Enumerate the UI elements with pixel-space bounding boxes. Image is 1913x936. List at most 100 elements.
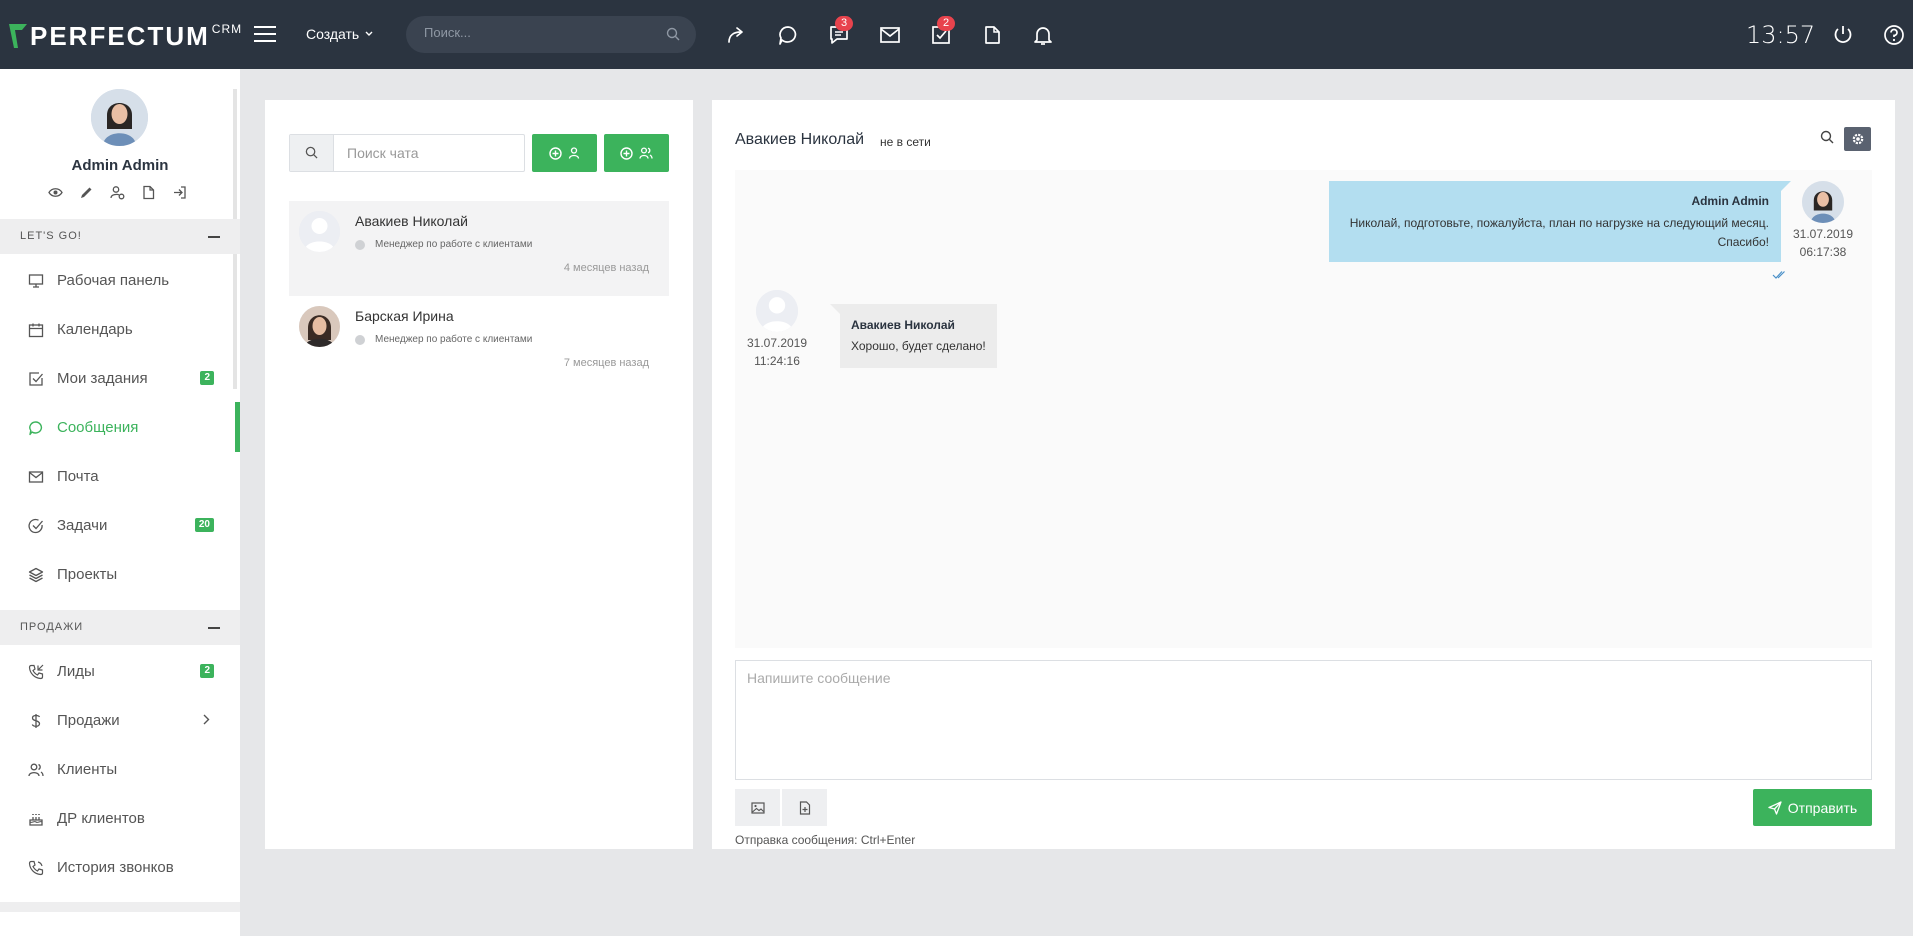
default-avatar-icon	[299, 211, 340, 252]
sidebar-item-label: Почта	[57, 468, 99, 485]
mail-icon	[28, 470, 44, 483]
search-icon[interactable]	[666, 27, 680, 41]
logout-icon[interactable]	[172, 185, 187, 200]
sidebar-item-clients[interactable]: Клиенты	[0, 745, 240, 794]
tasks-badge: 2	[937, 16, 955, 31]
search-icon[interactable]	[1820, 130, 1834, 144]
chat-search-button[interactable]	[290, 135, 334, 171]
user-avatar[interactable]	[91, 89, 148, 146]
chevron-right-icon	[203, 714, 210, 725]
bell-icon[interactable]	[1032, 24, 1054, 46]
sidebar-divider	[0, 902, 240, 912]
sidebar-item-calendar[interactable]: Календарь	[0, 305, 240, 354]
attach-image-button[interactable]	[735, 789, 780, 826]
logo-sup: CRM	[211, 22, 243, 36]
eye-icon[interactable]	[48, 185, 63, 200]
gear-icon	[1852, 133, 1863, 145]
mail-icon[interactable]	[879, 24, 901, 46]
sidebar-item-client-birthdays[interactable]: ДР клиентов	[0, 794, 240, 843]
global-search	[406, 16, 696, 53]
sidebar-item-my-tasks[interactable]: Мои задания 2	[0, 354, 240, 403]
contact-role: Менеджер по работе с клиентами	[355, 334, 532, 345]
sidebar-item-label: Продажи	[57, 712, 120, 729]
logo[interactable]: PERFECTUM CRM	[8, 20, 242, 52]
share-forward-icon[interactable]	[726, 24, 748, 46]
message-time: 11:24:16	[754, 354, 800, 368]
sidebar-item-projects[interactable]: Проекты	[0, 550, 240, 599]
file-plus-icon	[799, 800, 810, 815]
sidebar-item-sales[interactable]: Продажи	[0, 696, 240, 745]
contact-avatar	[299, 211, 340, 252]
checkbox-icon	[29, 371, 43, 386]
sidebar-item-label: Сообщения	[57, 419, 139, 436]
layers-icon	[28, 567, 44, 582]
global-search-input[interactable]	[424, 25, 654, 40]
user-name: Admin Admin	[71, 157, 169, 174]
plus-circle-icon	[549, 146, 562, 160]
message-icon	[29, 420, 43, 435]
messages-area[interactable]: Admin Admin Николай, подготовьте, пожалу…	[735, 170, 1872, 648]
profile-actions	[48, 185, 187, 200]
logo-text: PERFECTUM	[30, 20, 210, 51]
status-dot	[355, 334, 365, 345]
message-author: Admin Admin	[1691, 194, 1769, 208]
user-settings-icon[interactable]	[110, 185, 125, 200]
sidebar: Admin Admin LET'S GO! Рабочая панель Кал…	[0, 69, 240, 936]
file-icon[interactable]	[141, 185, 156, 200]
sidebar-item-label: Лиды	[57, 663, 95, 680]
user-icon	[568, 147, 580, 159]
conversation-panel: Авакиев Николай не в сети Admin Admin Ни…	[712, 100, 1895, 849]
chat-bubble-icon[interactable]	[777, 24, 799, 46]
contact-last-seen: 7 месяцев назад	[563, 357, 649, 369]
chat-contact-item[interactable]: Барская Ирина Менеджер по работе с клиен…	[289, 296, 669, 391]
settings-button[interactable]	[1844, 127, 1871, 151]
power-icon[interactable]	[1832, 24, 1854, 46]
section-sales[interactable]: ПРОДАЖИ	[0, 610, 240, 645]
sidebar-item-mail[interactable]: Почта	[0, 452, 240, 501]
dollar-icon	[31, 713, 41, 728]
section-sales-label: ПРОДАЖИ	[20, 621, 84, 633]
message-input[interactable]	[736, 661, 1871, 779]
message-author: Авакиев Николай	[851, 318, 955, 332]
document-icon[interactable]	[981, 24, 1003, 46]
default-avatar-icon	[756, 290, 798, 332]
contact-last-seen: 4 месяцев назад	[563, 262, 649, 274]
phone-in-icon	[28, 664, 44, 679]
sidebar-item-leads[interactable]: Лиды 2	[0, 647, 240, 696]
pencil-icon[interactable]	[79, 185, 94, 200]
add-group-chat-button[interactable]	[604, 134, 669, 172]
chat-search-input[interactable]	[347, 145, 517, 161]
sidebar-item-messages[interactable]: Сообщения	[0, 403, 240, 452]
help-icon[interactable]	[1883, 24, 1905, 46]
add-chat-button[interactable]	[532, 134, 597, 172]
chat-list-panel: Авакиев Николай Менеджер по работе с кли…	[265, 100, 693, 849]
attach-file-button[interactable]	[782, 789, 827, 826]
status-dot	[355, 239, 365, 250]
create-label: Создать	[306, 26, 360, 42]
hamburger-menu-icon[interactable]	[254, 25, 276, 43]
create-dropdown[interactable]: Создать	[306, 26, 373, 42]
send-button[interactable]: Отправить	[1753, 789, 1872, 826]
section-lets-go[interactable]: LET'S GO!	[0, 219, 240, 254]
users-icon	[639, 147, 653, 159]
conversation-title: Авакиев Николай	[735, 131, 865, 148]
cake-icon	[29, 813, 43, 826]
contact-name: Барская Ирина	[355, 308, 454, 324]
contact-name: Авакиев Николай	[355, 213, 468, 229]
message-date: 31.07.2019	[1792, 227, 1854, 241]
message-text: Николай, подготовьте, пожалуйста, план п…	[1349, 216, 1769, 249]
collapse-icon[interactable]	[208, 236, 220, 238]
sender-avatar	[1802, 181, 1844, 223]
section-lets-go-label: LET'S GO!	[20, 230, 82, 242]
clock: 13:57	[1746, 21, 1816, 49]
sidebar-item-label: Календарь	[57, 321, 133, 338]
sidebar-item-call-history[interactable]: История звонков	[0, 843, 240, 892]
sidebar-item-tasks[interactable]: Задачи 20	[0, 501, 240, 550]
chat-contact-item[interactable]: Авакиев Николай Менеджер по работе с кли…	[289, 201, 669, 296]
incoming-message: Авакиев Николай Хорошо, будет сделано!	[830, 304, 997, 368]
calendar-icon	[28, 323, 44, 337]
sidebar-item-dashboard[interactable]: Рабочая панель	[0, 256, 240, 305]
users-icon	[28, 763, 44, 776]
phone-icon	[28, 860, 44, 875]
collapse-icon[interactable]	[208, 627, 220, 629]
